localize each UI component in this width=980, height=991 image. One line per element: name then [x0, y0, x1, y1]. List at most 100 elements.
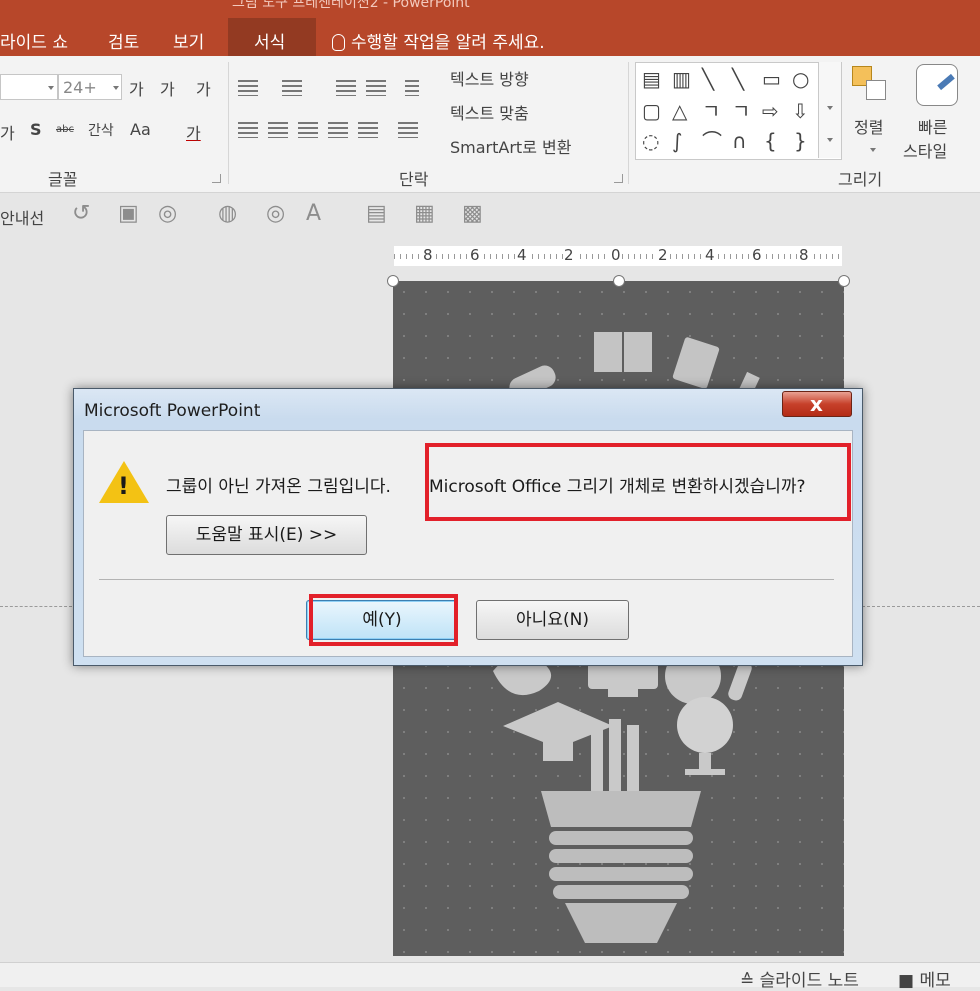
clear-format-button[interactable]: 가 [196, 76, 211, 100]
group-label-drawing: 그리기 [838, 170, 883, 189]
group-label-font: 글꼴 [48, 170, 78, 189]
font-color-button[interactable]: 가 [186, 120, 201, 144]
bullets-icon[interactable] [238, 80, 258, 96]
shrink-font-button[interactable]: 가 [160, 76, 175, 100]
strikethrough-button[interactable]: abc [56, 124, 74, 135]
ruler-tick: 4 [516, 246, 528, 264]
convert-smartart-button[interactable]: SmartArt로 변환 [450, 134, 571, 158]
guide-line-right [862, 606, 980, 608]
curve-shape-icon[interactable]: ∩ [732, 131, 747, 151]
wordart-icon[interactable]: A [306, 201, 321, 226]
dialog-divider [99, 579, 834, 580]
paragraph-dialog-launcher-icon[interactable] [614, 174, 623, 183]
justify-icon[interactable] [328, 122, 348, 138]
highlight-box-message [425, 443, 851, 521]
shapes-gallery[interactable]: ▤ ▥ ╲ ╲ ▭ ○ ▢ △ ㄱ ㄱ ⇨ ⇩ ◌ ∫ ⌒ ∩ { } [635, 62, 842, 160]
quick-styles-button-line2[interactable]: 스타일 [903, 138, 947, 162]
oval-shape-icon[interactable]: ○ [792, 69, 809, 89]
change-case-button[interactable]: Aa [130, 120, 151, 139]
distribute-icon[interactable] [358, 122, 378, 138]
shadow-button[interactable]: S [30, 120, 42, 139]
guides-label[interactable]: 안내선 [0, 205, 44, 229]
char-spacing-button[interactable]: 간삭 [88, 120, 114, 140]
rectangle-shape-icon[interactable]: ▭ [762, 69, 781, 89]
comments-label: 메모 [919, 971, 951, 991]
align-right-icon[interactable] [298, 122, 318, 138]
right-arrow-shape-icon[interactable]: ⇨ [762, 101, 779, 121]
comments-button[interactable]: ■ 메모 [898, 966, 951, 991]
arrange-icon[interactable] [852, 66, 888, 102]
horizontal-ruler[interactable]: 8 6 4 2 0 2 4 6 8 [394, 246, 842, 266]
tab-format[interactable]: 서식 [254, 28, 285, 53]
gallery-scroll-down-icon[interactable] [827, 106, 833, 110]
title-bar: 그림 도구 프레젠테이션2 - PowerPoint 라이드 쇼 검토 보기 서… [0, 0, 980, 56]
ruler-tick: 6 [751, 246, 763, 264]
quick-styles-icon[interactable] [916, 64, 958, 106]
image-web-icon[interactable]: ▩ [462, 201, 483, 226]
font-size-dropdown-icon[interactable] [113, 86, 119, 90]
align-left-icon[interactable] [238, 122, 258, 138]
arrow-line-shape-icon[interactable]: ╲ [732, 69, 744, 89]
textbox-shape-icon[interactable]: ▤ [642, 69, 661, 89]
merge-shapes-icon[interactable]: ◎ [266, 201, 285, 226]
gallery-more-icon[interactable] [827, 138, 833, 142]
left-brace-shape-icon[interactable]: { [764, 131, 777, 151]
convert-picture-dialog: Microsoft PowerPoint x ! 그룹이 아닌 가져온 그림입니… [73, 388, 863, 666]
arrange-dropdown-icon[interactable] [870, 148, 876, 152]
quick-toolbar: 안내선 ↺ ▣ ◎ ◍ ◎ A ▤ ▦ ▩ [0, 193, 980, 237]
resize-handle-top-right[interactable] [838, 275, 850, 287]
resize-handle-top-center[interactable] [613, 275, 625, 287]
tell-me-search[interactable]: 수행할 작업을 알려 주세요. [332, 28, 545, 53]
group-label-paragraph: 단락 [399, 170, 429, 189]
notes-button[interactable]: ≙ 슬라이드 노트 [740, 966, 859, 991]
tab-slideshow[interactable]: 라이드 쇼 [0, 28, 68, 53]
triangle-shape-icon[interactable]: △ [672, 101, 687, 121]
grow-font-button[interactable]: 가 [129, 76, 144, 100]
freeform-shape-icon[interactable]: ◌ [642, 131, 659, 151]
line-spacing-icon[interactable] [405, 80, 419, 96]
char-style-button[interactable]: 가 [0, 120, 15, 144]
ribbon: 24+ 가 가 가 가 S abc 간삭 Aa 가 글꼴 텍스트 방향 텍스트 … [0, 56, 980, 193]
elbow-arrow-connector-icon[interactable]: ㄱ [732, 101, 750, 121]
text-direction-button[interactable]: 텍스트 방향 [450, 66, 529, 90]
tab-view[interactable]: 보기 [173, 28, 204, 53]
font-name-dropdown-icon[interactable] [48, 86, 54, 90]
screen-icon[interactable]: ▦ [414, 201, 435, 226]
arrange-button[interactable]: 정렬 [854, 114, 883, 138]
numbering-icon[interactable] [282, 80, 302, 96]
dialog-close-button[interactable]: x [782, 391, 852, 417]
columns-icon[interactable] [398, 122, 418, 138]
elbow-connector-icon[interactable]: ㄱ [702, 101, 720, 121]
undo-icon[interactable]: ↺ [72, 201, 90, 226]
scribble-shape-icon[interactable]: ∫ [672, 131, 682, 151]
decrease-indent-icon[interactable] [336, 80, 356, 96]
right-brace-shape-icon[interactable]: } [794, 131, 807, 151]
vertical-textbox-shape-icon[interactable]: ▥ [672, 69, 691, 89]
tab-review[interactable]: 검토 [108, 28, 139, 53]
line-shape-icon[interactable]: ╲ [702, 69, 714, 89]
ruler-tick: 8 [798, 246, 810, 264]
font-dialog-launcher-icon[interactable] [212, 174, 221, 183]
align-text-button[interactable]: 텍스트 맞춤 [450, 100, 529, 124]
dialog-title: Microsoft PowerPoint [84, 401, 261, 421]
rounded-rect-shape-icon[interactable]: ▢ [642, 101, 661, 121]
ruler-tick: 2 [563, 246, 575, 264]
quick-styles-button[interactable]: 빠른 [918, 114, 947, 138]
paste-icon[interactable]: ▤ [366, 201, 387, 226]
increase-indent-icon[interactable] [366, 80, 386, 96]
shape-effect-icon[interactable]: ◍ [218, 201, 237, 226]
align-center-icon[interactable] [268, 122, 288, 138]
show-help-button[interactable]: 도움말 표시(E) >> [166, 515, 367, 555]
dialog-message-part1: 그룹이 아닌 가져온 그림입니다. [166, 477, 391, 497]
no-button[interactable]: 아니요(N) [476, 600, 629, 640]
down-arrow-shape-icon[interactable]: ⇩ [792, 101, 809, 121]
present-icon[interactable]: ▣ [118, 201, 139, 226]
ribbon-separator [628, 62, 629, 184]
warning-exclamation: ! [118, 472, 129, 500]
arc-shape-icon[interactable]: ⌒ [702, 131, 722, 151]
ruler-tick: 0 [610, 246, 622, 264]
resize-handle-top-left[interactable] [387, 275, 399, 287]
window-title: 그림 도구 프레젠테이션2 - PowerPoint [232, 0, 470, 11]
shapes-gallery-scrollbar[interactable] [818, 62, 841, 158]
shape-fill-icon[interactable]: ◎ [158, 201, 177, 226]
